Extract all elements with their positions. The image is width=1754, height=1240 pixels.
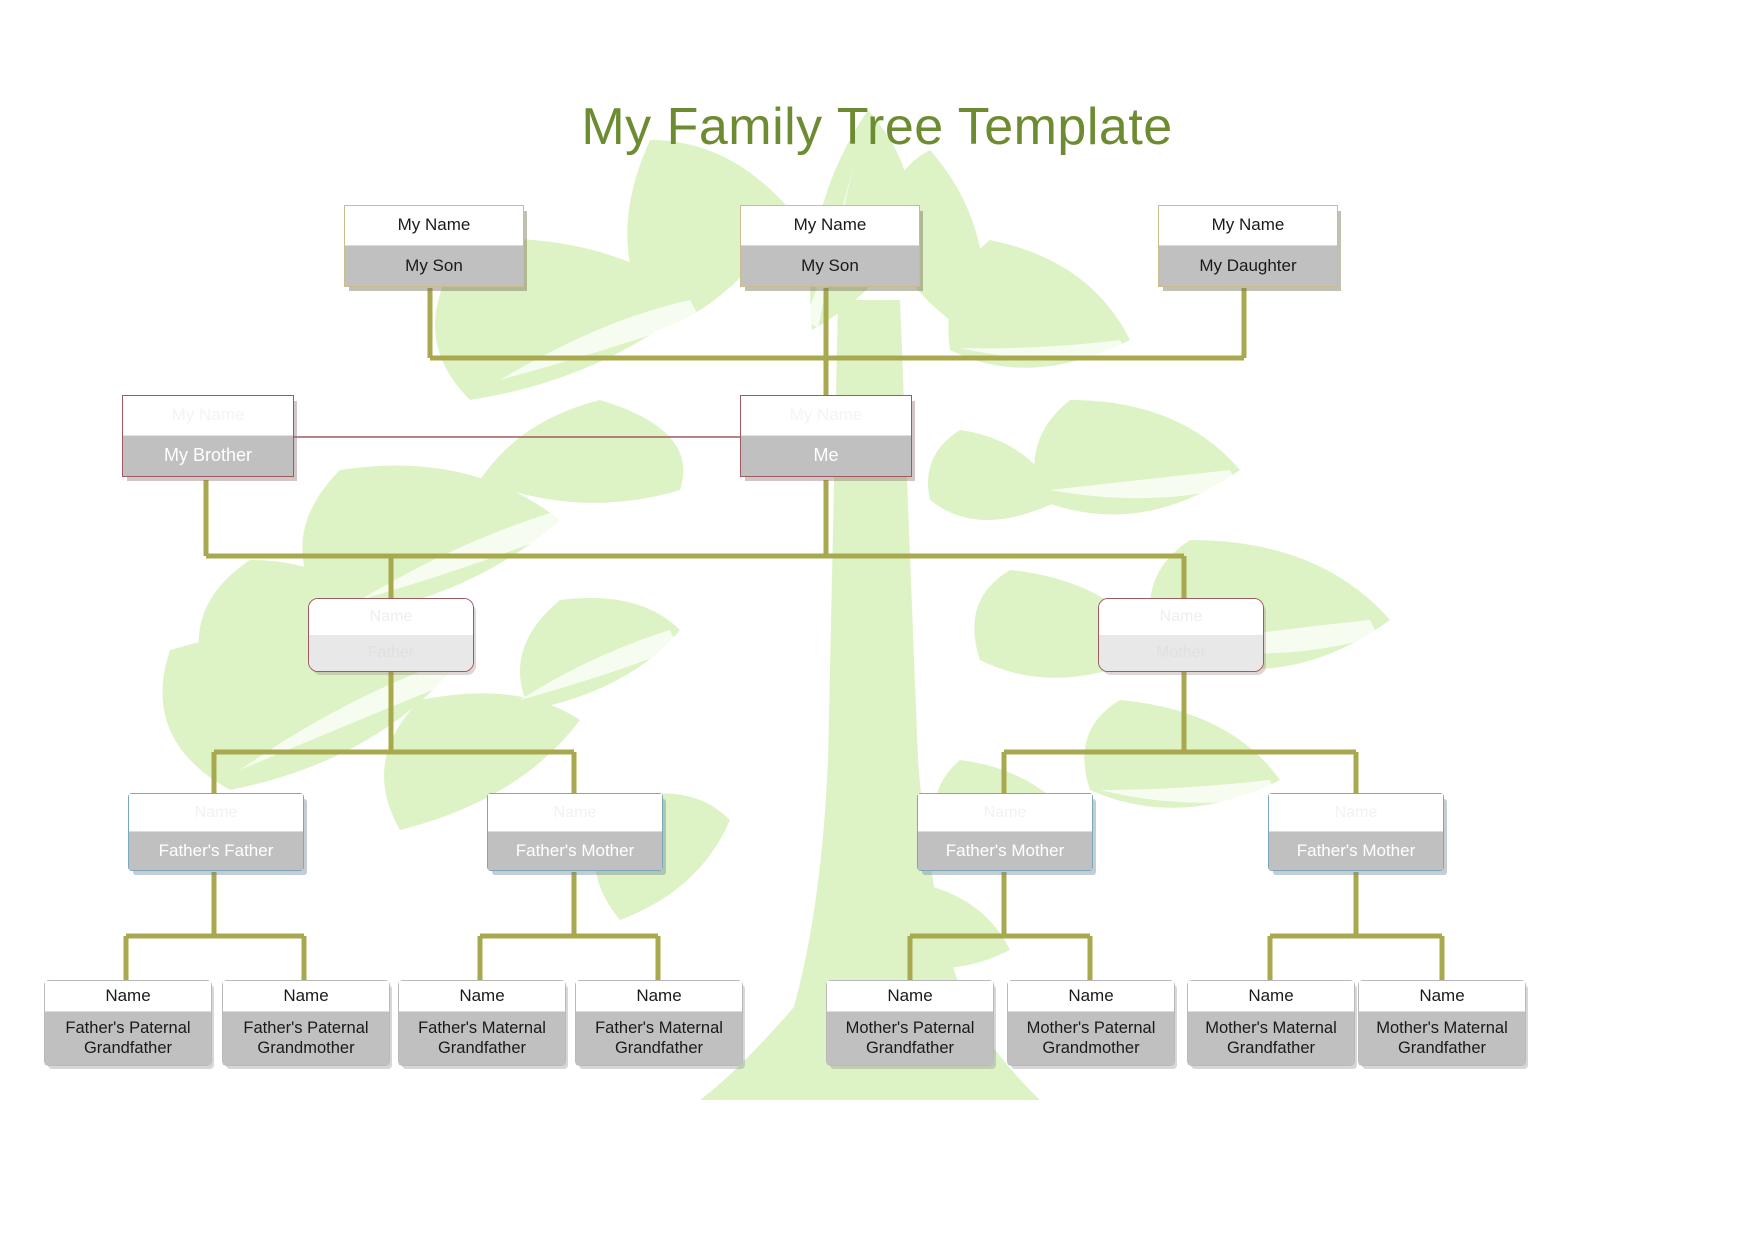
node-grandparent-1[interactable]: Name Father's Father xyxy=(128,793,304,871)
node-role-label[interactable]: Mother's Paternal Grandfather xyxy=(827,1012,993,1065)
node-role-label[interactable]: My Brother xyxy=(123,436,293,476)
node-role-label[interactable]: My Son xyxy=(345,246,523,286)
node-role-label[interactable]: Father's Maternal Grandfather xyxy=(399,1012,565,1065)
node-name-field[interactable]: Name xyxy=(827,981,993,1013)
node-name-field[interactable]: Name xyxy=(918,794,1092,832)
node-grandparent-4[interactable]: Name Father's Mother xyxy=(1268,793,1444,871)
node-role-label[interactable]: Father's Maternal Grandfather xyxy=(576,1012,742,1065)
node-role-label[interactable]: Mother's Maternal Grandfather xyxy=(1359,1012,1525,1065)
node-role-label[interactable]: Me xyxy=(741,436,911,476)
node-role-label[interactable]: My Son xyxy=(741,246,919,286)
node-name-field[interactable]: My Name xyxy=(741,396,911,436)
node-name-field[interactable]: Name xyxy=(1359,981,1525,1013)
node-role-label[interactable]: Father's Mother xyxy=(1269,832,1443,870)
node-name-field[interactable]: Name xyxy=(45,981,211,1013)
node-me[interactable]: My Name Me xyxy=(740,395,912,477)
family-tree-canvas: My Family Tree Template My Name My Son M… xyxy=(0,0,1754,1240)
node-greatgrandparent-5[interactable]: Name Mother's Paternal Grandfather xyxy=(826,980,994,1066)
node-name-field[interactable]: Name xyxy=(1099,599,1263,635)
node-name-field[interactable]: Name xyxy=(1008,981,1174,1013)
node-name-field[interactable]: My Name xyxy=(741,206,919,246)
node-name-field[interactable]: My Name xyxy=(123,396,293,436)
node-grandparent-3[interactable]: Name Father's Mother xyxy=(917,793,1093,871)
node-role-label[interactable]: Father's Mother xyxy=(488,832,662,870)
node-name-field[interactable]: Name xyxy=(1269,794,1443,832)
node-name-field[interactable]: Name xyxy=(576,981,742,1013)
page-title: My Family Tree Template xyxy=(581,97,1173,156)
node-name-field[interactable]: Name xyxy=(488,794,662,832)
node-child-1[interactable]: My Name My Son xyxy=(344,205,524,287)
node-greatgrandparent-4[interactable]: Name Father's Maternal Grandfather xyxy=(575,980,743,1066)
node-greatgrandparent-3[interactable]: Name Father's Maternal Grandfather xyxy=(398,980,566,1066)
node-name-field[interactable]: Name xyxy=(399,981,565,1013)
node-name-field[interactable]: Name xyxy=(309,599,473,635)
node-greatgrandparent-2[interactable]: Name Father's Paternal Grandmother xyxy=(222,980,390,1066)
node-greatgrandparent-1[interactable]: Name Father's Paternal Grandfather xyxy=(44,980,212,1066)
node-name-field[interactable]: My Name xyxy=(1159,206,1337,246)
node-role-label[interactable]: Father's Mother xyxy=(918,832,1092,870)
node-role-label[interactable]: Father's Paternal Grandfather xyxy=(45,1012,211,1065)
node-father[interactable]: Name Father xyxy=(308,598,474,672)
node-child-2[interactable]: My Name My Son xyxy=(740,205,920,287)
node-child-3[interactable]: My Name My Daughter xyxy=(1158,205,1338,287)
node-role-label[interactable]: Father's Paternal Grandmother xyxy=(223,1012,389,1065)
node-role-label[interactable]: My Daughter xyxy=(1159,246,1337,286)
node-role-label[interactable]: Mother's Maternal Grandfather xyxy=(1188,1012,1354,1065)
node-name-field[interactable]: Name xyxy=(1188,981,1354,1013)
node-name-field[interactable]: Name xyxy=(223,981,389,1013)
node-greatgrandparent-8[interactable]: Name Mother's Maternal Grandfather xyxy=(1358,980,1526,1066)
node-role-label[interactable]: Father xyxy=(309,635,473,671)
node-my-brother[interactable]: My Name My Brother xyxy=(122,395,294,477)
node-greatgrandparent-7[interactable]: Name Mother's Maternal Grandfather xyxy=(1187,980,1355,1066)
node-grandparent-2[interactable]: Name Father's Mother xyxy=(487,793,663,871)
node-mother[interactable]: Name Mother xyxy=(1098,598,1264,672)
node-role-label[interactable]: Father's Father xyxy=(129,832,303,870)
node-name-field[interactable]: Name xyxy=(129,794,303,832)
node-role-label[interactable]: Mother xyxy=(1099,635,1263,671)
node-greatgrandparent-6[interactable]: Name Mother's Paternal Grandmother xyxy=(1007,980,1175,1066)
node-role-label[interactable]: Mother's Paternal Grandmother xyxy=(1008,1012,1174,1065)
node-name-field[interactable]: My Name xyxy=(345,206,523,246)
